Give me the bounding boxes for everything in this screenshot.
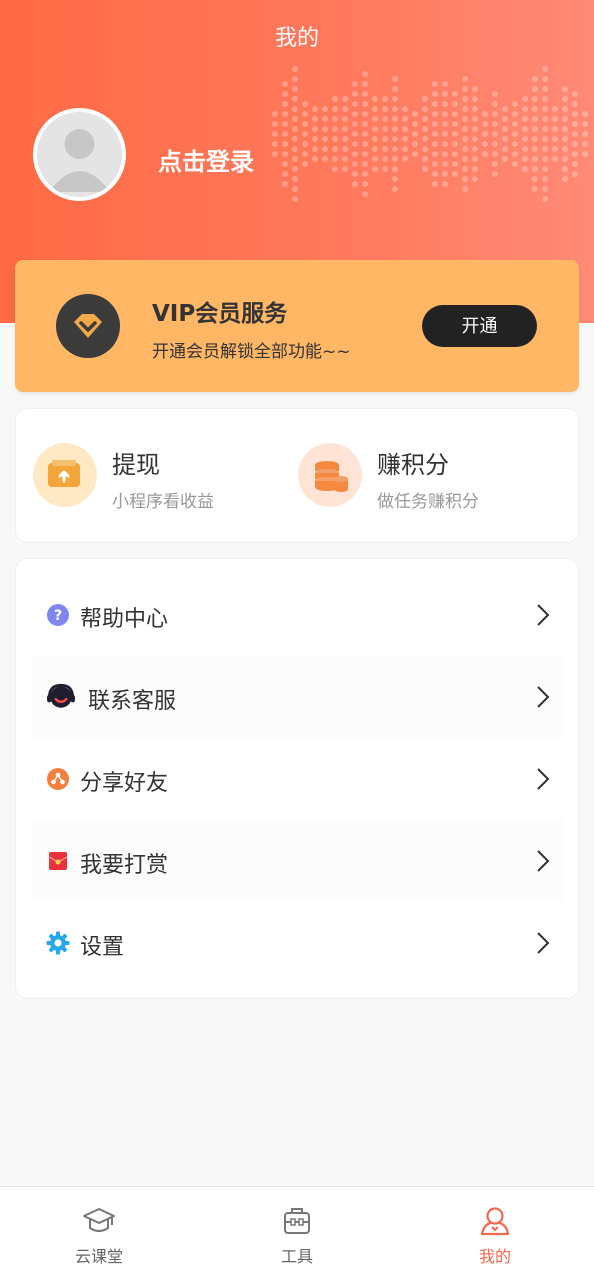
vip-card[interactable]: VIP会员服务 开通会员解锁全部功能~~ 开通 [15, 260, 579, 392]
activate-vip-button[interactable]: 开通 [422, 305, 537, 347]
vip-title: VIP会员服务 [152, 301, 288, 327]
tab-label: 云课堂 [74, 1247, 123, 1266]
svg-text:?: ? [54, 608, 62, 624]
red-envelope-icon [48, 852, 68, 870]
vip-subtitle: 开通会员解锁全部功能~~ [152, 342, 351, 362]
menu-label: 分享好友 [80, 771, 169, 796]
withdraw-subtitle: 小程序看收益 [112, 492, 214, 512]
graduation-cap-icon [83, 1208, 115, 1232]
chevron-right-icon [537, 768, 550, 790]
menu-item-settings[interactable]: 设置 [32, 902, 564, 984]
menu-label: 设置 [80, 935, 125, 960]
earn-points-title: 赚积分 [377, 451, 449, 479]
earn-points-subtitle: 做任务赚积分 [377, 492, 479, 512]
tab-classroom[interactable]: 云课堂 [0, 1187, 198, 1280]
earn-points-item[interactable]: 赚积分 做任务赚积分 [298, 443, 558, 512]
gear-icon [46, 931, 70, 955]
page-title: 我的 [274, 26, 319, 51]
chevron-right-icon [537, 850, 550, 872]
menu-label: 我要打赏 [80, 853, 169, 878]
user-icon [480, 1207, 510, 1236]
sound-wave-decoration [272, 66, 588, 202]
toolbox-icon [284, 1208, 310, 1234]
withdraw-title: 提现 [112, 451, 160, 479]
tab-label: 工具 [280, 1247, 313, 1266]
help-icon: ? [47, 604, 69, 626]
chevron-right-icon [537, 604, 550, 626]
menu-item-customer-service[interactable]: 联系客服 [32, 656, 564, 738]
bottom-tab-bar: 云课堂 工具 我的 [0, 1186, 594, 1280]
tab-mine[interactable]: 我的 [396, 1187, 594, 1280]
customer-service-icon [47, 683, 75, 708]
tab-label: 我的 [478, 1247, 511, 1266]
withdraw-item[interactable]: 提现 小程序看收益 [33, 443, 293, 512]
menu-item-help-center[interactable]: ? 帮助中心 [32, 574, 564, 656]
login-link[interactable]: 点击登录 [158, 142, 254, 177]
menu-label: 帮助中心 [80, 607, 169, 632]
chevron-right-icon [537, 932, 550, 954]
avatar[interactable] [33, 108, 126, 201]
menu-card: ? 帮助中心 联系客服 分享好友 我要打赏 设置 [15, 558, 579, 999]
coins-icon [298, 443, 362, 507]
default-avatar-icon [37, 112, 122, 197]
diamond-badge-icon [56, 294, 120, 358]
menu-item-reward[interactable]: 我要打赏 [32, 820, 564, 902]
quick-actions-card: 提现 小程序看收益 赚积分 做任务赚积分 [15, 408, 579, 543]
chevron-right-icon [537, 686, 550, 708]
share-icon [47, 768, 69, 790]
menu-item-share[interactable]: 分享好友 [32, 738, 564, 820]
menu-label: 联系客服 [88, 689, 177, 714]
tab-tools[interactable]: 工具 [198, 1187, 396, 1280]
wallet-icon [33, 443, 97, 507]
